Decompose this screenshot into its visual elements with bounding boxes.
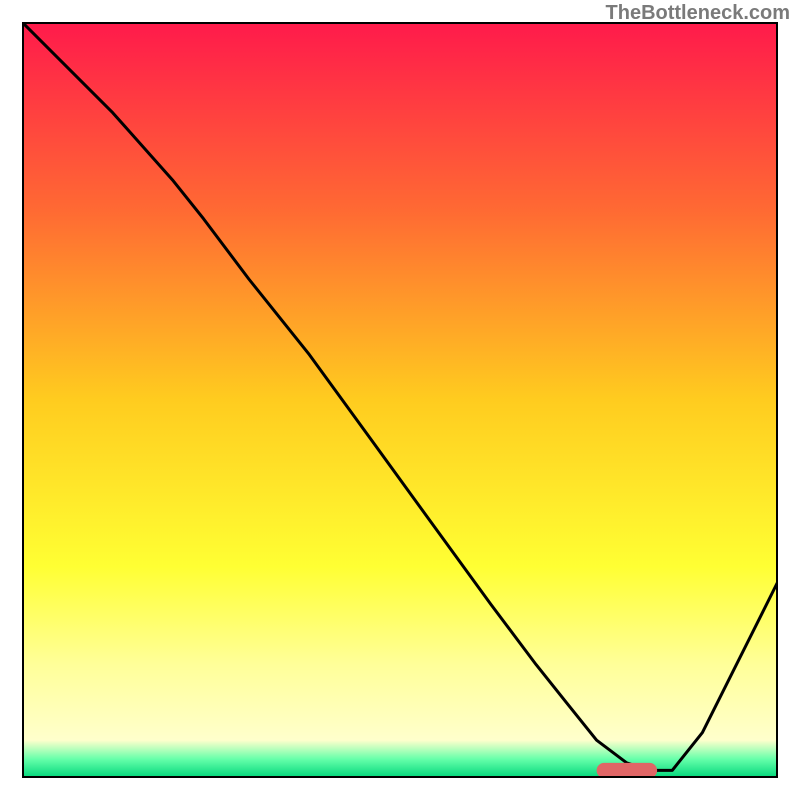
gradient-background — [22, 22, 778, 778]
target-marker — [597, 763, 658, 778]
bottleneck-chart — [22, 22, 778, 778]
chart-container — [22, 22, 778, 778]
watermark-text: TheBottleneck.com — [606, 2, 790, 25]
